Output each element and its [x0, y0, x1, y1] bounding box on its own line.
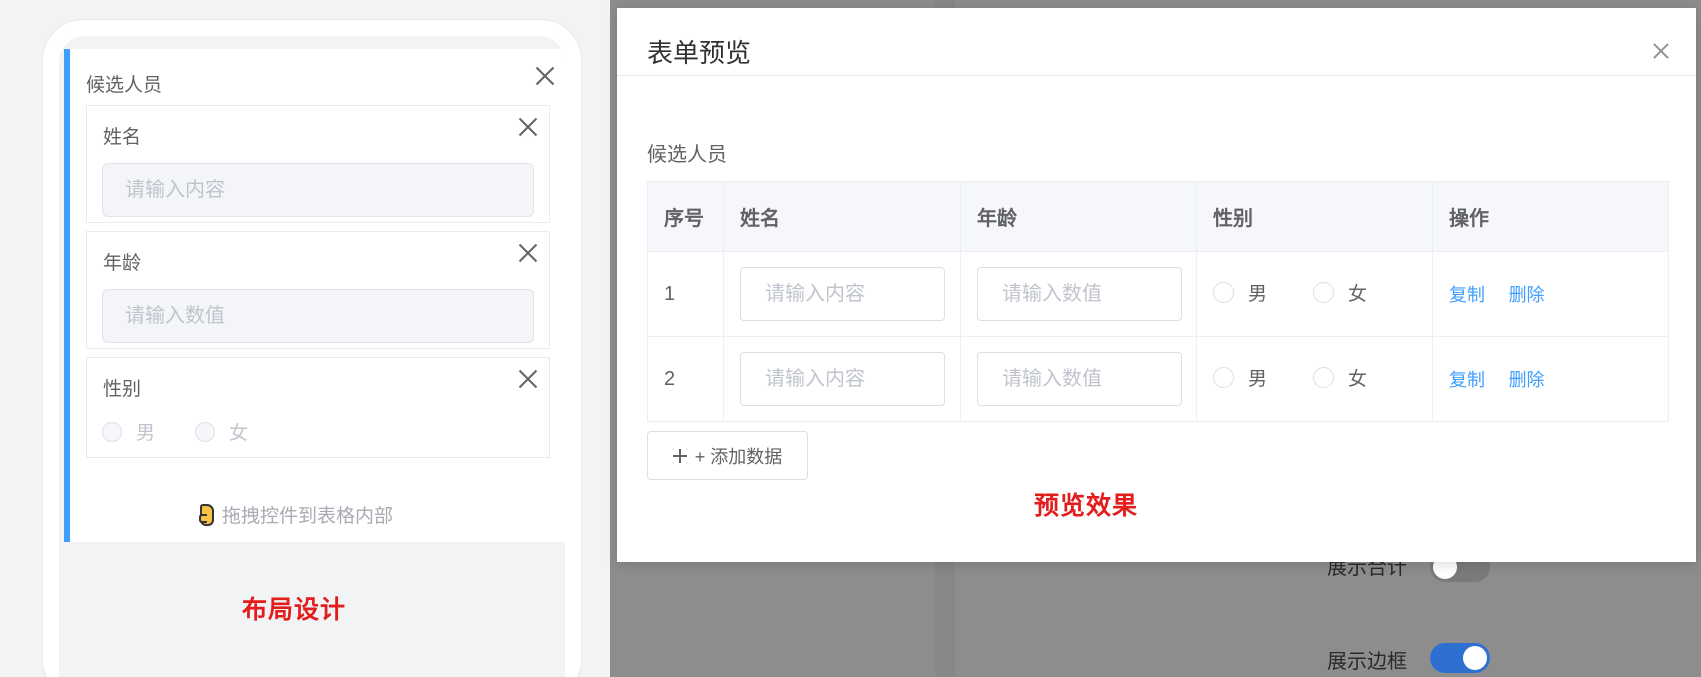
age-input[interactable]: 请输入数值	[977, 352, 1182, 406]
radio-circle[interactable]	[1213, 367, 1234, 388]
field-card-gender[interactable]: 性别 男 女	[86, 357, 550, 458]
name-input[interactable]: 请输入内容	[102, 163, 534, 217]
close-icon[interactable]	[1653, 43, 1669, 59]
table-row: 2 请输入内容 请输入数值 男 女 复制 删除	[647, 336, 1669, 422]
name-input[interactable]: 请输入内容	[740, 352, 945, 406]
radio-circle[interactable]	[102, 421, 122, 442]
close-icon[interactable]	[517, 368, 539, 390]
add-data-label: + 添加数据	[694, 446, 783, 467]
age-cell: 请输入数值	[960, 336, 1197, 422]
age-cell: 请输入数值	[960, 251, 1197, 337]
gender-cell: 男 女	[1196, 251, 1433, 337]
age-input[interactable]: 请输入数值	[102, 289, 534, 343]
radio-label-male[interactable]: 男	[1248, 364, 1267, 391]
actions-cell: 复制 删除	[1432, 336, 1669, 422]
close-icon[interactable]	[517, 242, 539, 264]
field-label: 姓名	[103, 127, 142, 148]
radio-circle[interactable]	[1313, 282, 1335, 303]
gender-radio-group: 男 女	[102, 418, 288, 445]
form-preview-dialog: 表单预览 候选人员 序号 姓名 年龄 性别 操作 1 请输入内容 请输入数值 男…	[617, 8, 1696, 562]
toggle-knob	[1463, 646, 1487, 670]
drag-hint: 拖拽控件到表格内部	[199, 501, 394, 528]
row-index: 2	[647, 336, 724, 422]
name-cell: 请输入内容	[723, 336, 961, 422]
column-header-actions: 操作	[1432, 181, 1669, 252]
phone-screen: 候选人员 姓名 请输入内容 年龄 请输入数值 性别 男 女 拖拽控件到表格内部 …	[59, 36, 565, 677]
add-data-button[interactable]: + 添加数据	[647, 431, 808, 480]
actions-cell: 复制 删除	[1432, 251, 1669, 337]
name-input[interactable]: 请输入内容	[740, 267, 945, 321]
copy-link[interactable]: 复制	[1449, 370, 1485, 390]
row-index: 1	[647, 251, 724, 337]
radio-label-female[interactable]: 女	[1348, 364, 1367, 391]
phone-frame: 候选人员 姓名 请输入内容 年龄 请输入数值 性别 男 女 拖拽控件到表格内部 …	[43, 20, 581, 677]
radio-label-male[interactable]: 男	[1248, 279, 1267, 306]
copy-link[interactable]: 复制	[1449, 285, 1485, 305]
form-label: 候选人员	[647, 144, 727, 166]
dialog-divider	[617, 75, 1696, 76]
table-header-row: 序号 姓名 年龄 性别 操作	[647, 181, 1669, 252]
field-card-age[interactable]: 年龄 请输入数值	[86, 231, 550, 349]
delete-link[interactable]: 删除	[1509, 370, 1545, 390]
preview-caption: 预览效果	[1034, 492, 1139, 520]
dialog-title: 表单预览	[647, 38, 752, 68]
column-header-gender: 性别	[1196, 181, 1433, 252]
subform-title: 候选人员	[86, 75, 163, 96]
name-cell: 请输入内容	[723, 251, 961, 337]
designer-panel: 候选人员 姓名 请输入内容 年龄 请输入数值 性别 男 女 拖拽控件到表格内部 …	[0, 0, 610, 677]
gender-cell: 男 女	[1196, 336, 1433, 422]
gender-radio-group: 男 女	[1213, 279, 1413, 306]
field-card-name[interactable]: 姓名 请输入内容	[86, 105, 550, 223]
close-icon[interactable]	[534, 65, 556, 87]
radio-label-male[interactable]: 男	[136, 418, 155, 445]
show-border-label: 展示边框	[1327, 651, 1407, 673]
radio-circle[interactable]	[1213, 282, 1234, 303]
close-icon[interactable]	[517, 116, 539, 138]
drag-hint-text: 拖拽控件到表格内部	[222, 506, 394, 527]
subform-table: 序号 姓名 年龄 性别 操作 1 请输入内容 请输入数值 男 女 复制 删除 2…	[647, 181, 1669, 422]
column-header-name: 姓名	[723, 181, 961, 252]
subform-block[interactable]: 候选人员 姓名 请输入内容 年龄 请输入数值 性别 男 女 拖拽控件到表格内部	[64, 49, 565, 542]
radio-circle[interactable]	[195, 421, 216, 442]
radio-label-female[interactable]: 女	[1348, 279, 1367, 306]
radio-label-female[interactable]: 女	[229, 418, 248, 445]
column-header-index: 序号	[647, 181, 724, 252]
field-label: 年龄	[103, 253, 142, 274]
table-row: 1 请输入内容 请输入数值 男 女 复制 删除	[647, 251, 1669, 337]
age-input[interactable]: 请输入数值	[977, 267, 1182, 321]
delete-link[interactable]: 删除	[1509, 285, 1545, 305]
field-label: 性别	[103, 379, 142, 400]
show-border-toggle[interactable]	[1430, 643, 1490, 673]
gender-radio-group: 男 女	[1213, 364, 1413, 391]
pointing-hand-icon	[199, 503, 214, 526]
plus-icon	[672, 448, 687, 463]
radio-circle[interactable]	[1313, 367, 1335, 388]
designer-caption: 布局设计	[242, 596, 347, 624]
column-header-age: 年龄	[960, 181, 1197, 252]
